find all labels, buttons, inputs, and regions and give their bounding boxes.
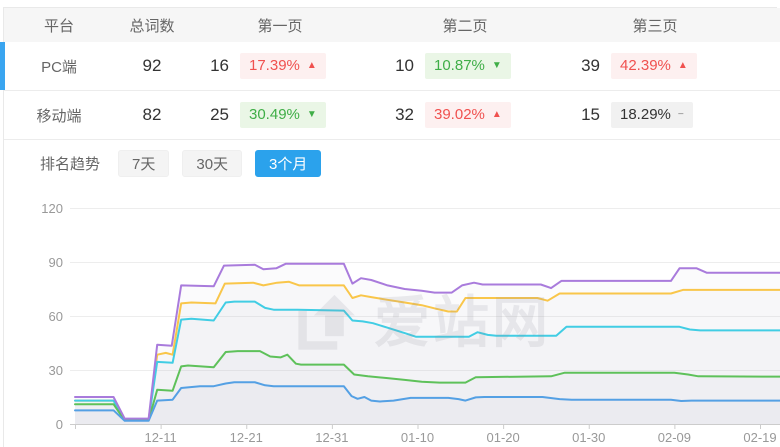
change-percent: 30.49% [249,106,300,125]
svg-text:01-30: 01-30 [572,430,605,445]
col-header-platform: 平台 [4,15,114,36]
svg-text:02-19: 02-19 [743,430,776,445]
change-percent: 18.29% [620,106,671,125]
change-badge: 42.39% ▲ [611,53,697,80]
svg-text:01-20: 01-20 [487,430,520,445]
table-body: PC端9216 17.39% ▲ 10 10.87% ▼ 39 42.39% ▲ 移动端8225 3… [4,42,780,140]
tab-30-days[interactable]: 30天 [182,150,242,177]
change-percent: 39.02% [434,106,485,125]
trend-section-label: 排名趋势 [40,153,100,174]
platform-name: 移动端 [4,105,114,126]
table-header-row: 平台 总词数 第一页 第二页 第三页 [4,8,780,42]
col-header-page-2: 第二页 [370,15,560,36]
down-arrow-icon: ▼ [492,60,502,73]
x-axis-labels: 12-11 12-21 12-31 01-10 01-20 01-30 02-09 02-19 [144,430,776,445]
trend-toolbar: 排名趋势 7天 30天 3个月 [4,141,780,186]
change-badge: 30.49% ▼ [240,102,326,129]
up-arrow-icon: ▲ [307,60,317,73]
svg-text:60: 60 [49,309,63,324]
change-badge-cell: 30.49% ▼ [232,102,370,129]
total-words-count: 92 [114,56,190,76]
page-word-count: 15 [560,105,603,125]
flat-arrow-icon: − [678,109,684,122]
table-row[interactable]: PC端9216 17.39% ▲ 10 10.87% ▼ 39 42.39% ▲ [4,42,780,91]
svg-text:01-10: 01-10 [401,430,434,445]
svg-text:120: 120 [41,201,63,216]
page-word-count: 32 [370,105,417,125]
change-percent: 17.39% [249,57,300,76]
change-badge: 17.39% ▲ [240,53,326,80]
page-word-count: 25 [190,105,232,125]
down-arrow-icon: ▼ [307,109,317,122]
trend-chart-canvas: 0 30 60 90 120 12-11 12-21 12-31 01-10 01-20 01-30… [0,186,780,447]
page-word-count: 10 [370,56,417,76]
change-percent: 10.87% [434,57,485,76]
x-axis [70,424,780,429]
tab-3-months[interactable]: 3个月 [255,150,321,177]
svg-text:02-09: 02-09 [658,430,691,445]
col-header-total-words: 总词数 [114,15,190,36]
change-badge: 10.87% ▼ [425,53,511,80]
svg-text:90: 90 [49,255,63,270]
page-word-count: 16 [190,56,232,76]
change-badge: 18.29%− [611,102,693,129]
up-arrow-icon: ▲ [492,109,502,122]
keyword-rank-table: 平台 总词数 第一页 第二页 第三页 PC端9216 17.39% ▲ 10 10.87… [4,8,780,140]
col-header-page-1: 第一页 [190,15,370,36]
y-axis-labels: 0 30 60 90 120 [41,201,63,432]
trend-chart: 0 30 60 90 120 12-11 12-21 12-31 01-10 01-20 01-30… [0,186,780,447]
platform-name: PC端 [4,56,114,77]
svg-text:30: 30 [49,363,63,378]
svg-text:12-21: 12-21 [230,430,263,445]
change-badge-cell: 17.39% ▲ [232,53,370,80]
change-badge-cell: 42.39% ▲ [603,53,750,80]
total-words-count: 82 [114,105,190,125]
trend-range-tabs: 7天 30天 3个月 [118,150,334,177]
svg-text:0: 0 [56,417,63,432]
svg-text:12-11: 12-11 [144,430,176,445]
svg-text:12-31: 12-31 [315,430,348,445]
change-badge-cell: 10.87% ▼ [417,53,560,80]
col-header-page-3: 第三页 [560,15,750,36]
up-arrow-icon: ▲ [678,60,688,73]
change-percent: 42.39% [620,57,671,76]
change-badge-cell: 39.02% ▲ [417,102,560,129]
tab-7-days[interactable]: 7天 [118,150,169,177]
table-row[interactable]: 移动端8225 30.49% ▼ 32 39.02% ▲ 15 18.29%− [4,91,780,140]
change-badge: 39.02% ▲ [425,102,511,129]
page-word-count: 39 [560,56,603,76]
change-badge-cell: 18.29%− [603,102,750,129]
